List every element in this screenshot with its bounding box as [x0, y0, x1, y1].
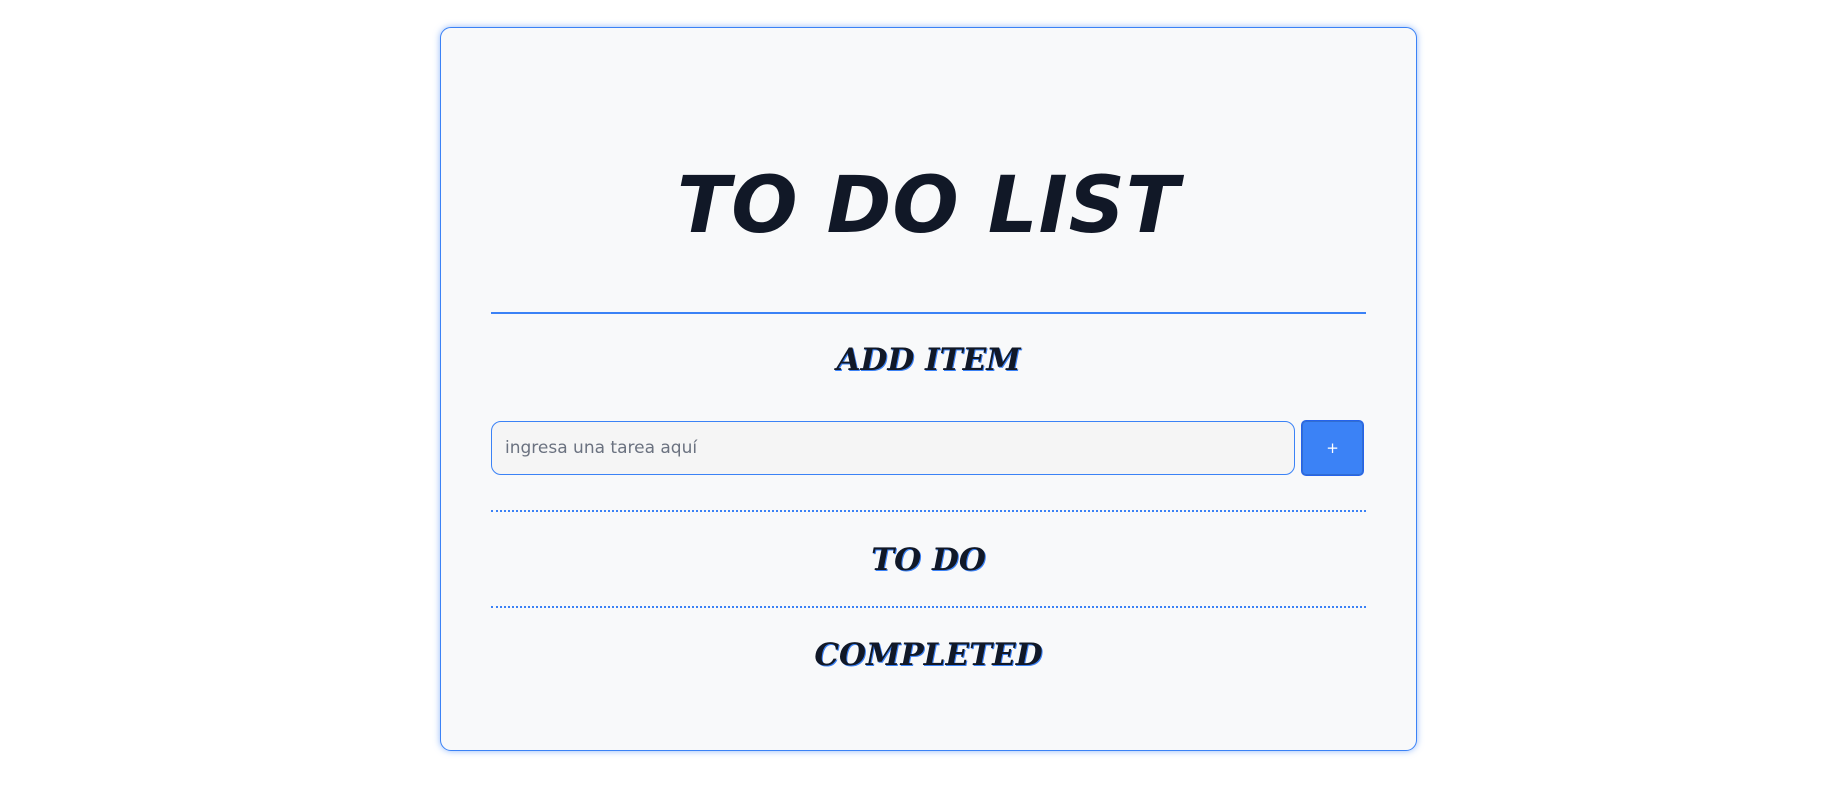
- task-input[interactable]: [491, 421, 1295, 475]
- page-title: TO DO LIST: [677, 161, 1180, 251]
- title-divider: [491, 312, 1366, 314]
- todo-divider: [491, 510, 1366, 512]
- todo-card: TO DO LIST ADD ITEM + TO DO COMPLETED: [440, 27, 1417, 751]
- add-item-heading: ADD ITEM: [836, 342, 1021, 378]
- completed-divider: [491, 606, 1366, 608]
- todo-heading: TO DO: [871, 542, 986, 578]
- add-task-button[interactable]: +: [1301, 420, 1364, 476]
- completed-heading: COMPLETED: [814, 637, 1043, 673]
